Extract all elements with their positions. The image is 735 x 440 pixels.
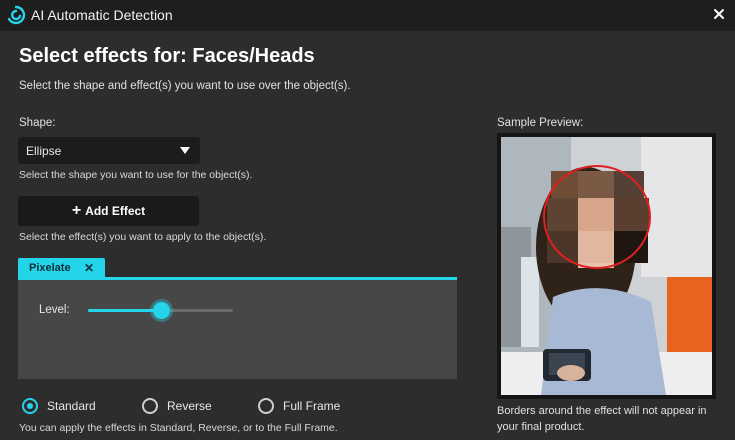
shape-hint: Select the shape you want to use for the… <box>19 169 253 181</box>
preview-label: Sample Preview: <box>497 117 584 129</box>
page-subtitle: Select the shape and effect(s) you want … <box>19 80 351 92</box>
radio-standard-label: Standard <box>47 399 96 413</box>
window-title: AI Automatic Detection <box>31 7 173 23</box>
level-slider-fill <box>88 309 161 312</box>
swirl-logo-icon <box>7 5 26 25</box>
preview-image <box>501 137 712 395</box>
close-icon[interactable] <box>711 6 727 22</box>
chevron-down-icon <box>180 147 190 154</box>
shape-dropdown[interactable]: Ellipse <box>18 137 200 164</box>
level-label: Level: <box>39 304 70 316</box>
radio-standard[interactable]: Standard <box>22 397 96 415</box>
level-slider-thumb[interactable] <box>152 302 170 319</box>
add-effect-hint: Select the effect(s) you want to apply t… <box>19 231 267 243</box>
title-bar: AI Automatic Detection <box>0 0 735 31</box>
radio-full-frame-label: Full Frame <box>283 399 341 413</box>
shape-label: Shape: <box>19 117 56 129</box>
modes-hint: You can apply the effects in Standard, R… <box>19 422 338 434</box>
effect-panel: Level: <box>18 280 457 379</box>
sample-preview <box>497 133 716 399</box>
add-effect-button[interactable]: + Add Effect <box>18 196 199 226</box>
add-effect-label: Add Effect <box>85 204 146 218</box>
radio-standard-circle[interactable] <box>22 398 38 414</box>
radio-full-frame-circle[interactable] <box>258 398 274 414</box>
preview-note: Borders around the effect will not appea… <box>497 405 707 433</box>
close-icon[interactable]: ✕ <box>84 261 94 275</box>
radio-reverse-circle[interactable] <box>142 398 158 414</box>
radio-reverse-label: Reverse <box>167 399 212 413</box>
radio-reverse[interactable]: Reverse <box>142 397 212 415</box>
shape-dropdown-value: Ellipse <box>26 144 62 158</box>
radio-full-frame[interactable]: Full Frame <box>258 397 340 415</box>
page-title: Select effects for: Faces/Heads <box>19 45 315 67</box>
tab-pixelate[interactable]: Pixelate ✕ <box>18 258 105 278</box>
preview-photo-illustration <box>501 137 712 395</box>
plus-icon: + <box>71 202 82 219</box>
tab-pixelate-label: Pixelate <box>29 262 71 274</box>
